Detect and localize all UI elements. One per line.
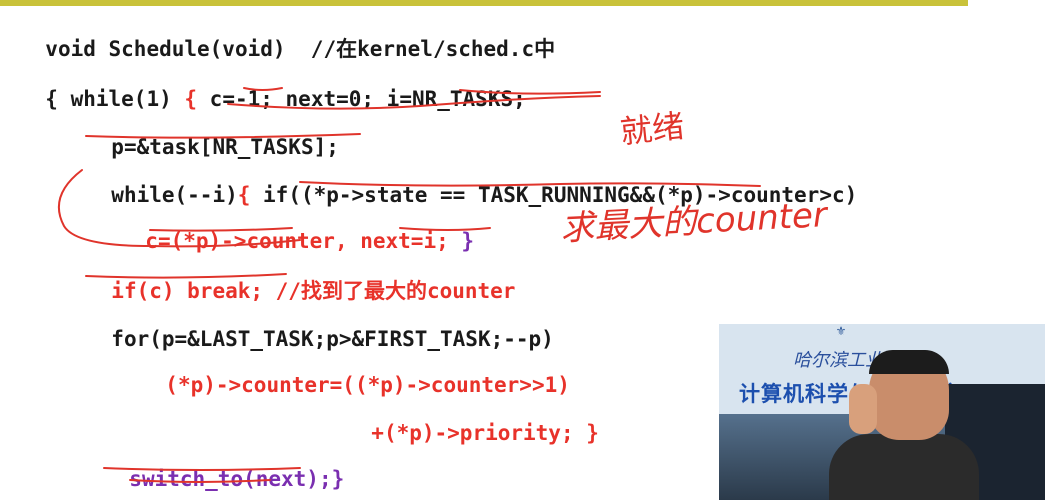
lecturer-video: ⚜ 哈尔滨工业大学 计算机科学与技术学院	[719, 324, 1045, 500]
lecturer-hand	[849, 384, 877, 434]
underline-switch	[103, 467, 301, 483]
underline-c	[243, 87, 283, 91]
underline-i	[459, 89, 601, 95]
underline-next	[399, 227, 491, 231]
handwritten-note-ready: 就绪	[618, 106, 687, 152]
underline-break	[85, 273, 287, 279]
underline-running	[299, 181, 761, 187]
underline-counter	[149, 227, 293, 232]
lecturer-hair	[869, 350, 949, 374]
underline-task	[85, 133, 361, 139]
university-seal-icon: ⚜	[835, 324, 847, 338]
underline-line2	[227, 95, 601, 110]
loop-bracket	[57, 169, 301, 248]
lecturer-body	[829, 434, 979, 500]
